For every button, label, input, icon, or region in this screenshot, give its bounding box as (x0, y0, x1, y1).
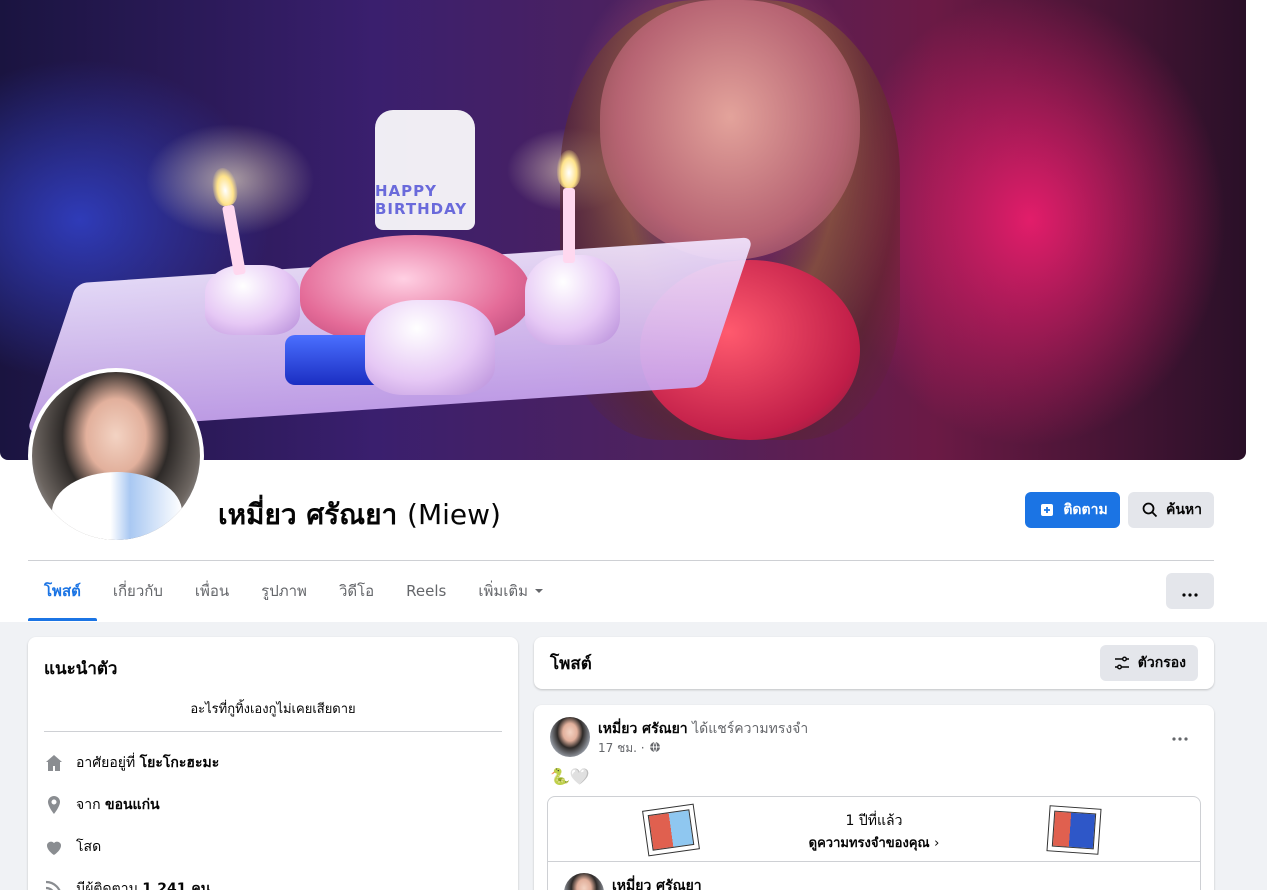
post-meta: 17 ชม. · (598, 739, 661, 758)
tab-friends[interactable]: เพื่อน (179, 561, 245, 621)
post-action: ได้แชร์ความทรงจำ (692, 721, 809, 737)
search-icon (1140, 500, 1160, 520)
intro-from: จาก ขอนแก่น (44, 784, 502, 826)
home-icon (44, 753, 64, 773)
profile-header: HAPPY BIRTHDAY เหมี่ยว ศรัณยา (Miew) ติด… (0, 0, 1267, 622)
post-card: เหมี่ยว ศรัณยา ได้แชร์ความทรงจำ 17 ชม. ·… (534, 705, 1214, 890)
tab-photos[interactable]: รูปภาพ (245, 561, 323, 621)
intro-lives-in-value[interactable]: โยะโกะฮะมะ (140, 755, 220, 771)
memory-year: 1 ปีที่แล้ว (845, 813, 903, 829)
intro-bio: อะไรที่กูทิ้งเองกูไม่เคยเสียดาย (190, 702, 356, 717)
location-pin-icon (44, 795, 64, 815)
cover-photo[interactable]: HAPPY BIRTHDAY (0, 0, 1246, 460)
profile-avatar[interactable] (32, 372, 200, 540)
heart-icon (44, 837, 64, 857)
tab-posts[interactable]: โพสต์ (28, 561, 97, 621)
intro-card: แนะนำตัว อะไรที่กูทิ้งเองกูไม่เคยเสียดาย… (28, 637, 518, 890)
follow-icon (1037, 500, 1057, 520)
post-author-name[interactable]: เหมี่ยว ศรัณยา (598, 721, 688, 737)
intro-lives-in: อาศัยอยู่ที่ โยะโกะฮะมะ (44, 742, 502, 784)
posts-title: โพสต์ (550, 653, 592, 674)
post-timestamp[interactable]: 17 ชม. · (598, 739, 645, 758)
more-options-button[interactable] (1166, 573, 1214, 609)
memory-link[interactable]: ดูความทรงจำของคุณ › (548, 832, 1200, 853)
rss-icon (44, 879, 64, 890)
search-button[interactable]: ค้นหา (1128, 492, 1214, 528)
intro-from-value[interactable]: ขอนแก่น (105, 797, 160, 813)
shared-post-author[interactable]: เหมี่ยว ศรัณยา (612, 875, 702, 890)
tab-videos[interactable]: วิดีโอ (323, 561, 390, 621)
profile-tabs: โพสต์ เกี่ยวกับ เพื่อน รูปภาพ วิดีโอ Ree… (28, 561, 560, 621)
tab-reels[interactable]: Reels (390, 561, 462, 621)
post-options-button[interactable] (1164, 723, 1196, 747)
intro-relationship: โสด (44, 826, 502, 868)
tab-about[interactable]: เกี่ยวกับ (97, 561, 179, 621)
intro-followers: มีผู้ติดตาม 1,241 คน (44, 868, 502, 890)
post-author-avatar[interactable] (550, 717, 590, 757)
more-dots-icon (1172, 726, 1188, 745)
birthday-topper: HAPPY BIRTHDAY (375, 110, 475, 230)
post-author-line: เหมี่ยว ศรัณยา ได้แชร์ความทรงจำ (598, 718, 808, 740)
tab-more[interactable]: เพิ่มเติม (462, 561, 560, 621)
more-dots-icon (1182, 582, 1198, 601)
chevron-right-icon: › (934, 836, 940, 851)
profile-alt-name: (Miew) (407, 498, 501, 531)
intro-title: แนะนำตัว (44, 659, 118, 679)
posts-header: โพสต์ ตัวกรอง (534, 637, 1214, 689)
profile-name: เหมี่ยว ศรัณยา (Miew) (218, 498, 501, 531)
memory-card[interactable]: 1 ปีที่แล้ว ดูความทรงจำของคุณ › เหมี่ยว … (547, 796, 1201, 890)
follow-button[interactable]: ติดตาม (1025, 492, 1120, 528)
intro-divider (44, 731, 502, 732)
post-text-emoji: 🐍🤍 (550, 767, 590, 786)
filter-sliders-icon (1112, 653, 1132, 673)
caret-down-icon (534, 582, 544, 600)
shared-post-avatar[interactable] (564, 873, 604, 890)
globe-icon (649, 741, 661, 756)
intro-followers-value[interactable]: 1,241 คน (142, 881, 210, 890)
filter-button[interactable]: ตัวกรอง (1099, 645, 1198, 681)
